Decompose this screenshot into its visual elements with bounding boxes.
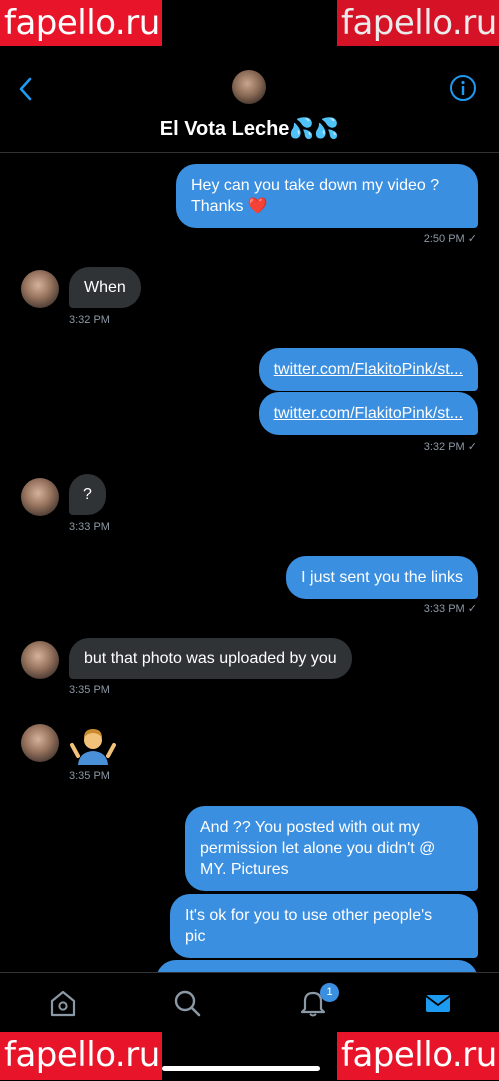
timestamp-text: 2:50 PM (423, 233, 465, 245)
messages-mail-icon[interactable] (422, 987, 454, 1019)
read-receipt-icon: ✓ (467, 233, 477, 245)
message-timestamp: 3:33 PM ✓ (424, 602, 477, 615)
message-timestamp: 3:33 PM (69, 521, 110, 533)
conversation-header: El Vota Leche💦💦 (0, 60, 499, 153)
conversation-avatar[interactable] (232, 70, 266, 104)
watermark-bottom-left: fapello.ru (0, 1032, 162, 1080)
message-bubble-outgoing[interactable]: And ?? You posted with out my permission… (185, 806, 478, 891)
home-indicator[interactable] (162, 1066, 320, 1071)
read-receipt-icon: ✓ (467, 441, 477, 453)
timestamp-text: 3:33 PM (423, 603, 465, 615)
search-icon[interactable] (171, 987, 203, 1019)
message-bubble-incoming[interactable]: but that photo was uploaded by you (69, 638, 352, 679)
tweet-link[interactable]: twitter.com/FlakitoPink/st... (274, 405, 463, 422)
message-text: Thanks ❤️ (191, 198, 268, 215)
message-timestamp: 3:32 PM ✓ (424, 440, 477, 453)
watermark-bottom-right: fapello.ru (337, 1032, 499, 1080)
message-text: MY. Pictures (200, 861, 289, 878)
conversation-title[interactable]: El Vota Leche💦💦 (0, 116, 499, 141)
message-timestamp: 3:32 PM (69, 314, 110, 326)
info-icon[interactable] (449, 74, 477, 102)
message-timestamp: 2:50 PM ✓ (424, 232, 477, 245)
sender-avatar[interactable] (21, 478, 59, 516)
back-arrow-icon[interactable] (14, 74, 38, 104)
message-text: Hey can you take down my video ? (191, 177, 440, 194)
message-text: I just sent you the links (301, 569, 463, 586)
sender-avatar[interactable] (21, 270, 59, 308)
message-bubble-outgoing[interactable]: twitter.com/FlakitoPink/st... (258, 392, 478, 435)
message-text: ? (83, 486, 92, 503)
message-bubble-incoming[interactable]: ? (69, 474, 106, 515)
notification-count-badge: 1 (320, 983, 339, 1002)
message-text: When (84, 279, 126, 296)
message-text: And ?? You posted with out my (200, 819, 420, 836)
sender-avatar[interactable] (21, 641, 59, 679)
timestamp-text: 3:32 PM (423, 441, 465, 453)
message-bubble-outgoing[interactable]: Hey can you take down my video ? Thanks … (176, 164, 478, 228)
message-timestamp: 3:35 PM (69, 684, 110, 696)
message-bubble-incoming[interactable]: When (69, 267, 141, 308)
message-text: permission let alone you didn't @ (200, 840, 436, 857)
sender-avatar[interactable] (21, 724, 59, 762)
home-icon[interactable] (47, 987, 79, 1019)
message-bubble-outgoing[interactable]: twitter.com/FlakitoPink/st... (258, 348, 478, 391)
message-bubble-outgoing[interactable]: It's ok for you to use other people's pi… (170, 894, 478, 958)
watermark-top-left: fapello.ru (0, 0, 162, 46)
message-text: It's ok for you to use other people's (185, 907, 433, 924)
read-receipt-icon: ✓ (467, 603, 477, 615)
message-text: but that photo was uploaded by you (84, 650, 337, 667)
man-shrugging-emoji-icon (70, 729, 116, 765)
message-bubble-outgoing[interactable]: I just sent you the links (286, 556, 478, 599)
message-text: pic (185, 928, 206, 945)
watermark-top-right: fapello.ru (337, 0, 499, 46)
tweet-link[interactable]: twitter.com/FlakitoPink/st... (274, 361, 463, 378)
message-timestamp: 3:35 PM (69, 770, 110, 782)
